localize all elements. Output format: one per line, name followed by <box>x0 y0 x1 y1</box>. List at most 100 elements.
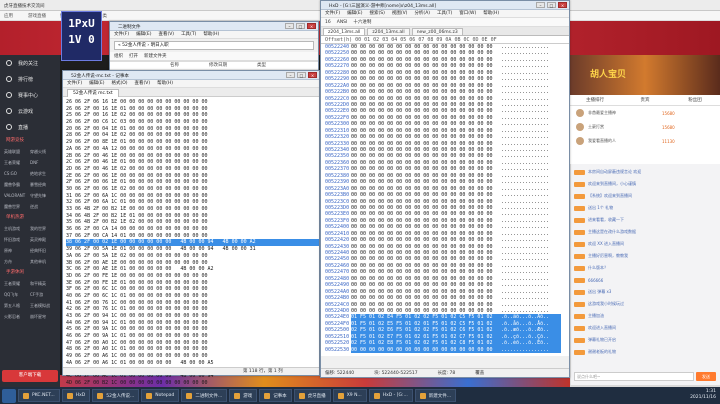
menu-item[interactable]: 分析(A) <box>414 10 430 17</box>
explorer-titlebar[interactable]: 二进制文件 – □ × <box>110 22 318 31</box>
tab-vip[interactable]: 贵宾 <box>620 95 670 105</box>
category-link[interactable]: 原神 <box>4 245 30 256</box>
category-link[interactable]: 王者荣耀 <box>4 157 30 168</box>
category-link[interactable]: 和平精英 <box>30 278 56 289</box>
menu-item[interactable]: 文件(F) <box>67 80 82 87</box>
category-link[interactable]: 主机游戏 <box>4 223 30 234</box>
notepad-titlebar[interactable]: 52金人传说-mc.txt - 记事本 – □ × <box>63 71 319 80</box>
category-link[interactable]: 王者模拟战 <box>30 300 56 311</box>
hxd-titlebar[interactable]: HxD - [G:\三国演义-游中师[nome]x\z04_13ms.all] … <box>321 1 569 10</box>
menu-item[interactable]: 工具(T) <box>181 31 196 38</box>
bytes-per-row-select[interactable]: 16 <box>325 18 331 26</box>
charset-select[interactable]: ANSI <box>337 18 348 26</box>
download-client-button[interactable]: 客户端下载 <box>2 370 58 382</box>
menu-item[interactable]: 文件(F) <box>114 31 129 38</box>
minimize-icon[interactable]: – <box>286 72 295 78</box>
bookmark-item[interactable]: 游戏直播 <box>28 13 46 19</box>
maximize-icon[interactable]: □ <box>296 23 305 29</box>
chat-message[interactable]: 欢迎来到直播间，小心谨慎 <box>570 178 720 190</box>
chat-input[interactable]: 说点什么吧~ <box>574 372 694 381</box>
menu-item[interactable]: 工具(T) <box>437 10 452 17</box>
address-bar[interactable]: « 52金人传说 › 明日入职 <box>114 41 314 50</box>
tab-fans[interactable]: 粉丝团 <box>670 95 720 105</box>
taskbar-button[interactable]: Notepad <box>141 389 180 402</box>
chat-message[interactable]: 送出 1个 礼物 <box>570 202 720 214</box>
taskbar-button[interactable]: 游戏 <box>229 389 258 402</box>
taskbar-button[interactable]: X9 N... <box>332 389 367 402</box>
menu-item[interactable]: 查看(V) <box>135 80 151 87</box>
category-link[interactable]: 绝地求生 <box>30 168 56 179</box>
category-link[interactable]: QQ飞车 <box>4 289 30 300</box>
start-button[interactable] <box>2 388 16 403</box>
new-folder-button[interactable]: 新建文件夹 <box>144 52 167 60</box>
taskbar-button[interactable]: HxD - [G:... <box>368 389 413 402</box>
menu-item[interactable]: 编辑(E) <box>136 31 151 38</box>
taskbar-button[interactable]: 二进制文件... <box>181 389 228 402</box>
taskbar-button[interactable]: PKC.NET... <box>18 389 60 402</box>
menu-item[interactable]: 文件(F) <box>325 10 340 17</box>
category-link[interactable]: 崩坏星穹 <box>30 311 56 322</box>
sidebar-item-live[interactable]: 直播 <box>0 119 60 135</box>
taskbar-button[interactable]: 52金人传说... <box>92 389 140 402</box>
bookmark-item[interactable]: 应用 <box>4 13 13 19</box>
category-link[interactable]: 魔兽世界 <box>4 201 30 212</box>
minimize-icon[interactable]: – <box>536 2 545 8</box>
rank-row[interactable]: 非酋最爱主播神 15680 <box>570 106 720 120</box>
file-tab[interactable]: 52金人传说 mc.txt <box>67 89 119 97</box>
category-link[interactable]: 我的世界 <box>30 223 56 234</box>
menu-item[interactable]: 搜索(S) <box>369 10 384 17</box>
close-icon[interactable]: × <box>307 23 316 29</box>
file-tab[interactable]: new_z00_06ms.z3 <box>411 28 463 35</box>
close-icon[interactable]: × <box>558 2 567 8</box>
category-link[interactable]: 穿越火线 <box>30 146 56 157</box>
chat-message[interactable]: 什么版本？ <box>570 262 720 274</box>
category-link[interactable]: 火影忍者 <box>4 311 30 322</box>
category-link[interactable]: CS:GO <box>4 168 30 179</box>
menu-item[interactable]: 编辑(E) <box>89 80 104 87</box>
category-link[interactable]: 王者荣耀 <box>4 278 30 289</box>
menu-item[interactable]: 格式(O) <box>111 80 127 87</box>
sidebar-item-follow[interactable]: 我的关注 <box>0 55 60 71</box>
category-link[interactable]: 经典怀旧 <box>30 245 56 256</box>
menu-item[interactable]: 窗口(W) <box>459 10 476 17</box>
category-link[interactable]: VALORANT <box>4 190 30 201</box>
taskbar-button[interactable]: HxD <box>61 389 91 402</box>
sidebar-item-cloud-game[interactable]: 云游戏 <box>0 103 60 119</box>
category-link[interactable]: 守望先锋 <box>30 190 56 201</box>
chat-message[interactable]: 主播好厉害啊，教教我 <box>570 250 720 262</box>
menu-item[interactable]: 帮助(H) <box>203 31 219 38</box>
file-tab[interactable]: z204_13ms.all <box>323 28 366 35</box>
category-link[interactable]: 英雄联盟 <box>4 146 30 157</box>
notepad-text-area[interactable]: 26 06 2F 06 16 1E 00 00 00 00 00 00 00 0… <box>63 97 319 393</box>
column-type[interactable]: 类型 <box>257 62 266 69</box>
menu-item[interactable]: 帮助(H) <box>483 10 499 17</box>
chat-message[interactable]: 主播加油 <box>570 310 720 322</box>
category-link[interactable]: 魔兽争霸 <box>4 179 30 190</box>
column-name[interactable]: 名称 <box>170 62 179 69</box>
chat-message[interactable]: 欢迎进入直播间 <box>570 322 720 334</box>
system-clock[interactable]: 1:31 2021/11/16 <box>690 389 716 401</box>
menu-item[interactable]: 编辑(E) <box>347 10 362 17</box>
category-link[interactable]: DNF <box>30 157 56 168</box>
sidebar-item-events[interactable]: 赛事中心 <box>0 87 60 103</box>
chat-message[interactable]: 欢迎 XX 进入直播间 <box>570 238 720 250</box>
taskbar-button[interactable]: 虎牙直播 <box>293 389 331 402</box>
close-icon[interactable]: × <box>308 72 317 78</box>
sidebar-item-rank[interactable]: 排行榜 <box>0 71 60 87</box>
file-tab[interactable]: z204_13ms.all <box>367 28 410 35</box>
category-link[interactable]: 怀旧游戏 <box>4 234 30 245</box>
organize-button[interactable]: 组织 <box>114 52 123 60</box>
category-link[interactable]: CF手游 <box>30 289 56 300</box>
category-link[interactable]: 其他单机 <box>30 256 56 267</box>
chat-message[interactable]: 本房间自动屏蔽违规言论 欢迎 <box>570 166 720 178</box>
maximize-icon[interactable]: □ <box>547 2 556 8</box>
taskbar-button[interactable]: 记事本 <box>259 389 292 402</box>
menu-item[interactable]: 帮助(H) <box>157 80 173 87</box>
chat-message[interactable]: 弹幕礼物已开启 <box>570 334 720 346</box>
maximize-icon[interactable]: □ <box>297 72 306 78</box>
category-link[interactable]: 方舟 <box>4 256 30 267</box>
category-link[interactable]: 逆战 <box>30 201 56 212</box>
chat-message[interactable]: 送出 弹幕 x3 <box>570 286 720 298</box>
tab-rank[interactable]: 主播排行 <box>570 95 620 105</box>
category-link[interactable]: 暴雪经典 <box>30 179 56 190</box>
